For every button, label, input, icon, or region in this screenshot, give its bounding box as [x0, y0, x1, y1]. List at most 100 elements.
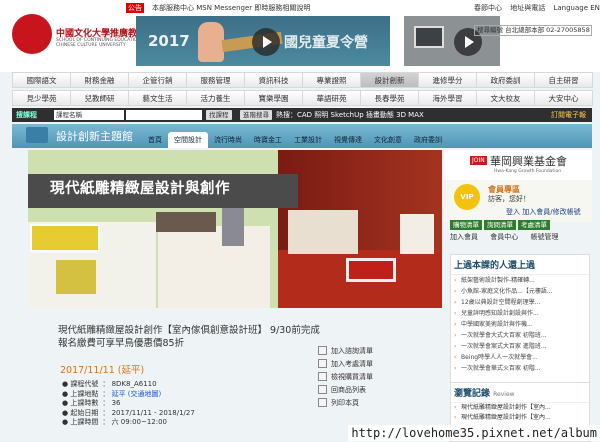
hero-title: 現代紙雕精緻屋設計與創作	[50, 181, 230, 197]
nav-item[interactable]: 活力養生	[186, 90, 245, 106]
list-item[interactable]: 一次就學會華式火百家 初階...	[451, 363, 589, 374]
add-consider-button[interactable]: 加入考處清單	[318, 357, 390, 370]
nav-item[interactable]: 服務管理	[186, 72, 245, 88]
nav-item[interactable]: 資訊科技	[244, 72, 303, 88]
info-key: 上課時間	[70, 418, 99, 426]
hot-list[interactable]: CAD 照明 SketchUp 插畫動態 3D MAX	[297, 111, 424, 119]
action-label: 加入諮詢清單	[331, 346, 373, 355]
tab-inquiry-list[interactable]: 詢問清單	[484, 220, 516, 230]
cart-icon	[318, 372, 327, 381]
list-item[interactable]: 現代紙雕精緻屋設計創作【室內...	[451, 403, 589, 413]
table-model	[346, 258, 396, 282]
nav-item[interactable]: 自主研習	[534, 72, 593, 88]
info-value: 8DK8_A6110	[111, 380, 157, 388]
recent-title: 瀏覽記錄 Review	[451, 383, 589, 403]
member-links[interactable]: 登入 加入會員/修改帳號	[506, 207, 581, 217]
tab-industrial[interactable]: 工業設計	[288, 132, 328, 148]
play-icon[interactable]	[252, 28, 280, 56]
partner-banner[interactable]: JOIN 華岡興業基金會 Hwa-Kang Growth Foundation	[444, 150, 592, 180]
view-cart-button[interactable]: 檢視購買清單	[318, 370, 390, 383]
nav-item[interactable]: 國際語文	[12, 72, 71, 88]
find-course-button[interactable]: 找課程	[206, 110, 232, 120]
member-tabs: 購物清單 詢問清單 考處清單	[450, 220, 552, 230]
nav-item[interactable]: 進修學分	[418, 72, 477, 88]
list-item[interactable]: 一次就學會大式大百家 初階班...	[451, 330, 589, 341]
site-search-input[interactable]: 搜尋編號 台北總部本部 02-27005858	[474, 25, 592, 36]
theme-hall-icon	[26, 127, 48, 143]
info-row: ● 上課時間： 六 09:00~12:00	[62, 418, 168, 426]
recent-subtitle: Review	[493, 391, 515, 398]
also-taken-title: 上過本課的人還上過	[451, 255, 589, 275]
vip-icon: VIP	[454, 184, 480, 210]
info-row: ● 起始日期： 2017/11/11 - 2018/1/27	[62, 408, 195, 417]
tab-visual[interactable]: 視覺傳達	[328, 132, 368, 148]
recent-title-text: 瀏覽記錄	[454, 389, 491, 399]
tab-metalwork[interactable]: 時寶金工	[248, 132, 288, 148]
tab-shopping-list[interactable]: 購物清單	[450, 220, 482, 230]
nav-item[interactable]: 長春學苑	[360, 90, 419, 106]
banner-child-figure	[198, 22, 224, 62]
advanced-search-button[interactable]: 進階搜尋	[240, 110, 272, 120]
cabinet-model	[30, 224, 100, 252]
theme-hall-bar: 設計創新主題館 首頁 空間設計 流行時尚 時寶金工 工業設計 視覺傳達 文化創意…	[12, 124, 592, 148]
chair-model	[400, 214, 434, 254]
list-item[interactable]: 紙架藝術設計製作-精確轉...	[451, 275, 589, 286]
nav-item[interactable]: 見少學苑	[12, 90, 71, 106]
newsletter-link[interactable]: 訂閱電子報	[551, 108, 586, 122]
add-inquiry-button[interactable]: 加入諮詢清單	[318, 344, 390, 357]
top-link-0[interactable]: 春節中心	[474, 4, 502, 12]
print-page-button[interactable]: 列印本頁	[318, 396, 390, 409]
nav-item[interactable]: 海外學習	[418, 90, 477, 106]
nav-item[interactable]: 華語研苑	[302, 90, 361, 106]
top-link-1[interactable]: 地址與電話	[510, 4, 545, 12]
nav-item-selected[interactable]: 設計創新	[360, 72, 419, 88]
tab-gov[interactable]: 政府委訓	[408, 132, 448, 148]
nav-item[interactable]: 大安中心	[534, 90, 593, 106]
search-type-select[interactable]: 課程名稱	[54, 110, 124, 120]
list-item[interactable]: 一次就學會案式大百家 進階班...	[451, 341, 589, 352]
list-item[interactable]: 兒童詳明感知設計創設與作...	[451, 308, 589, 319]
member-actions: 加入會員 會員中心 帳號管理	[450, 232, 568, 242]
action-label: 回商品列表	[331, 385, 366, 394]
promo-banner[interactable]: 2017 國兒童夏令營	[136, 16, 390, 66]
back-to-list-button[interactable]: 回商品列表	[318, 383, 390, 396]
course-search-title: 搜課程	[16, 111, 37, 119]
tab-space-design[interactable]: 空間設計	[168, 132, 208, 148]
stove-model	[56, 260, 96, 294]
info-row: ● 課程代號： 8DK8_A6110	[62, 380, 157, 388]
nav-item[interactable]: 文大校友	[476, 90, 535, 106]
nav-item[interactable]: 藝文生活	[128, 90, 187, 106]
hot-label: 熱搜：	[276, 111, 297, 119]
list-item[interactable]: Being時學人人一次就學會...	[451, 352, 589, 363]
info-key: 上課時數	[70, 399, 99, 407]
nav-item[interactable]: 兒教師研	[70, 90, 129, 106]
tab-home[interactable]: 首頁	[142, 132, 168, 148]
tab-consider-list[interactable]: 考處清單	[518, 220, 550, 230]
university-logo[interactable]	[12, 14, 52, 54]
banner-title: 國兒童夏令營	[284, 35, 368, 51]
course-detail: 現代紙雕精緻屋設計創作【室內傢俱創意設計班】 9/30前完成報名繳費可享早鳥優惠…	[58, 324, 322, 441]
print-icon	[318, 398, 327, 407]
course-info: ● 課程代號： 8DK8_A6110 ● 上課地點： 延平 (交通地圖) ● 上…	[62, 380, 195, 428]
top-link-2[interactable]: Language ENGLISH	[553, 4, 600, 12]
nav-item[interactable]: 財務金融	[70, 72, 129, 88]
list-item[interactable]: 現代紙雕精緻屋設計創作【室內...	[451, 413, 589, 423]
info-row: ● 上課地點： 延平 (交通地圖)	[62, 389, 162, 398]
list-item[interactable]: 12歲以典設計空間程創理學...	[451, 297, 589, 308]
partner-sub: Hwa-Kang Growth Foundation	[494, 169, 562, 174]
tab-culture[interactable]: 文化創意	[368, 132, 408, 148]
nav-item[interactable]: 寶樂學園	[244, 90, 303, 106]
nav-item[interactable]: 政府委訓	[476, 72, 535, 88]
nav-item[interactable]: 專業證照	[302, 72, 361, 88]
location-link[interactable]: 延平 (交通地圖)	[112, 390, 162, 398]
join-member-link[interactable]: 加入會員	[450, 233, 478, 241]
tab-fashion[interactable]: 流行時尚	[208, 132, 248, 148]
nav-item[interactable]: 企管行銷	[128, 72, 187, 88]
notice-text[interactable]: 本部服務中心 MSN Messenger 即時服務相關說明	[152, 3, 310, 13]
course-search-input[interactable]	[126, 110, 202, 120]
list-item[interactable]: 中學國家美術設計與作機...	[451, 319, 589, 330]
account-manage-link[interactable]: 帳號管理	[530, 233, 558, 241]
video-banner[interactable]	[404, 16, 500, 66]
member-center-link[interactable]: 會員中心	[490, 233, 518, 241]
list-item[interactable]: 小魚館-家庭文化作品...【元樓語...	[451, 286, 589, 297]
